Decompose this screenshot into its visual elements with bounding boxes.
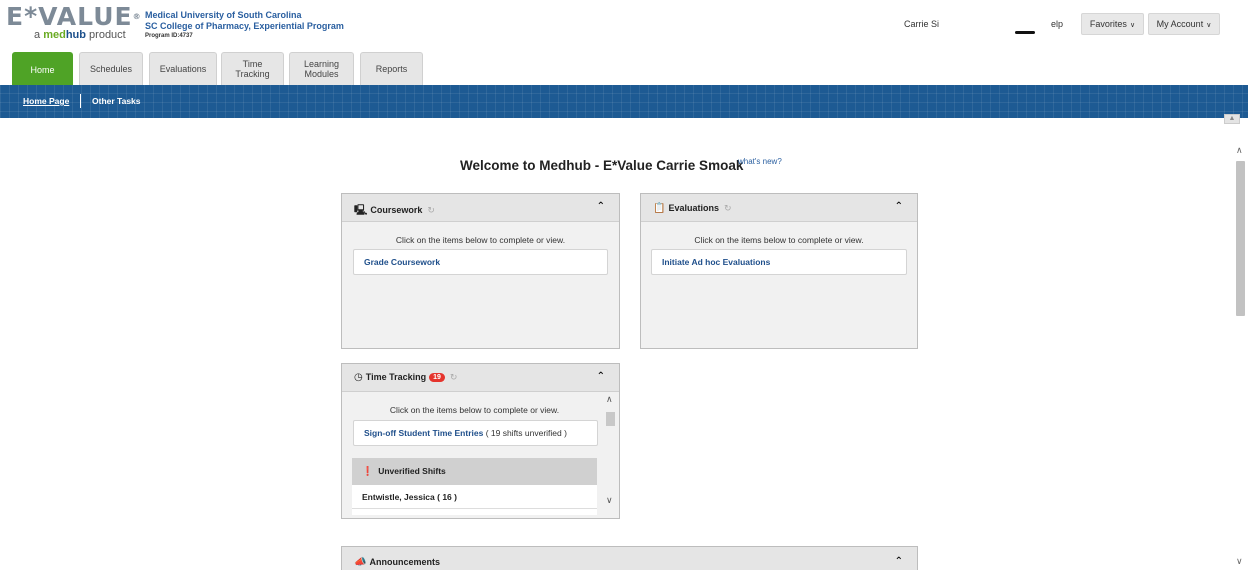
tab-home[interactable]: Home <box>12 52 73 86</box>
home-page-link[interactable]: Home Page <box>23 96 69 106</box>
other-tasks-link[interactable]: Other Tasks <box>92 96 141 106</box>
refresh-icon[interactable]: ↻ <box>427 205 435 215</box>
grade-coursework-link[interactable]: Grade Coursework <box>353 249 608 275</box>
scroll-down-icon[interactable]: ∨ <box>606 495 613 506</box>
chevron-up-icon[interactable]: ⌃ <box>895 201 903 212</box>
evaluations-panel: 📋 Evaluations ↻ ⌃ Click on the items below… <box>640 193 918 349</box>
tab-reports[interactable]: Reports <box>360 52 423 85</box>
sign-off-time-entries-link[interactable]: Sign-off Student Time Entries ( 19 shift… <box>353 420 598 446</box>
monitor-icon: 🖳 <box>354 205 368 216</box>
unverified-shifts-header: ❗ Unverified Shifts <box>352 458 597 485</box>
org-university: Medical University of South Carolina <box>145 10 302 20</box>
page-scrollbar[interactable]: ∧ ∨ <box>1233 140 1248 570</box>
notification-badge: 19 <box>429 373 445 382</box>
my-account-button[interactable]: My Account ∨ <box>1148 13 1220 35</box>
evalue-logo[interactable]: E*VALUE® a medhub product <box>6 2 141 41</box>
coursework-panel: 🖳 Coursework ↻ ⌃ Click on the items below … <box>341 193 620 349</box>
logo-tagline: a medhub product <box>34 29 126 41</box>
info-circle-icon: ❗ <box>362 466 374 476</box>
tab-schedules[interactable]: Schedules <box>79 52 143 85</box>
top-header: E*VALUE® a medhub product Medical Univer… <box>0 0 1248 50</box>
scroll-down-icon[interactable]: ∨ <box>1236 556 1243 567</box>
chevron-down-icon: ∨ <box>1206 22 1212 29</box>
tab-time-tracking[interactable]: Time Tracking <box>221 52 284 85</box>
help-button[interactable]: elp <box>1050 13 1077 35</box>
list-item[interactable]: Entwistle, Jessica ( 16 ) <box>352 485 597 509</box>
list-item-partial <box>352 509 597 515</box>
scrollbar-thumb[interactable] <box>1236 161 1245 316</box>
announcements-panel-header: 📣 Announcements ⌃ <box>342 547 917 570</box>
scrollbar-thumb[interactable] <box>606 412 615 426</box>
chevron-up-icon[interactable]: ⌃ <box>597 201 605 212</box>
user-name: Carrie Si <box>904 19 940 29</box>
welcome-title: Welcome to Medhub - E*Value Carrie Smoak <box>460 158 744 173</box>
logo-wordmark: E*VALUE <box>6 2 133 31</box>
coursework-panel-header: 🖳 Coursework ↻ ⌃ <box>342 194 619 222</box>
tab-evaluations[interactable]: Evaluations <box>149 52 217 85</box>
scroll-up-icon[interactable]: ∧ <box>606 394 613 405</box>
time-tracking-scrollbar[interactable]: ∧ ∨ <box>605 392 615 518</box>
organization-info: Medical University of South Carolina SC … <box>145 10 344 41</box>
whats-new-link[interactable]: what's new? <box>738 157 782 166</box>
megaphone-icon: 📣 <box>354 557 367 568</box>
initiate-adhoc-evaluations-link[interactable]: Initiate Ad hoc Evaluations <box>651 249 907 275</box>
org-program: SC College of Pharmacy, Experiential Pro… <box>145 21 344 31</box>
scroll-up-icon[interactable]: ∧ <box>1236 145 1243 156</box>
clipboard-icon: 📋 <box>653 203 666 214</box>
time-tracking-panel: ◷ Time Tracking 19 ↻ ⌃ Click on the items b… <box>341 363 620 519</box>
time-tracking-panel-header: ◷ Time Tracking 19 ↻ ⌃ <box>342 364 619 392</box>
page-root: E*VALUE® a medhub product Medical Univer… <box>0 0 1248 570</box>
tab-learning-modules[interactable]: Learning Modules <box>289 52 354 85</box>
coursework-instruction: Click on the items below to complete or … <box>395 235 566 245</box>
chevron-down-icon: ∨ <box>1129 22 1136 29</box>
chevron-up-icon[interactable]: ⌃ <box>895 556 903 567</box>
evaluations-panel-header: 📋 Evaluations ↻ ⌃ <box>641 194 917 222</box>
refresh-icon[interactable]: ↻ <box>450 372 458 382</box>
evaluations-instruction: Click on the items below to complete or … <box>694 235 864 245</box>
announcements-panel: 📣 Announcements ⌃ <box>341 546 918 570</box>
time-tracking-instruction: Click on the items below to complete or … <box>389 405 560 415</box>
collapse-header-icon[interactable]: ▲ <box>1224 114 1240 124</box>
favorites-button[interactable]: Favorites ∨ <box>1081 13 1144 35</box>
chevron-up-icon[interactable]: ⌃ <box>597 371 605 382</box>
refresh-icon[interactable]: ↻ <box>724 203 732 213</box>
redaction-mark <box>1015 31 1035 34</box>
subnav-divider <box>80 94 81 108</box>
sub-navigation: Home Page Other Tasks <box>0 85 1248 118</box>
org-program-id: Program ID:4737 <box>145 33 193 39</box>
clock-icon: ◷ <box>354 372 363 383</box>
